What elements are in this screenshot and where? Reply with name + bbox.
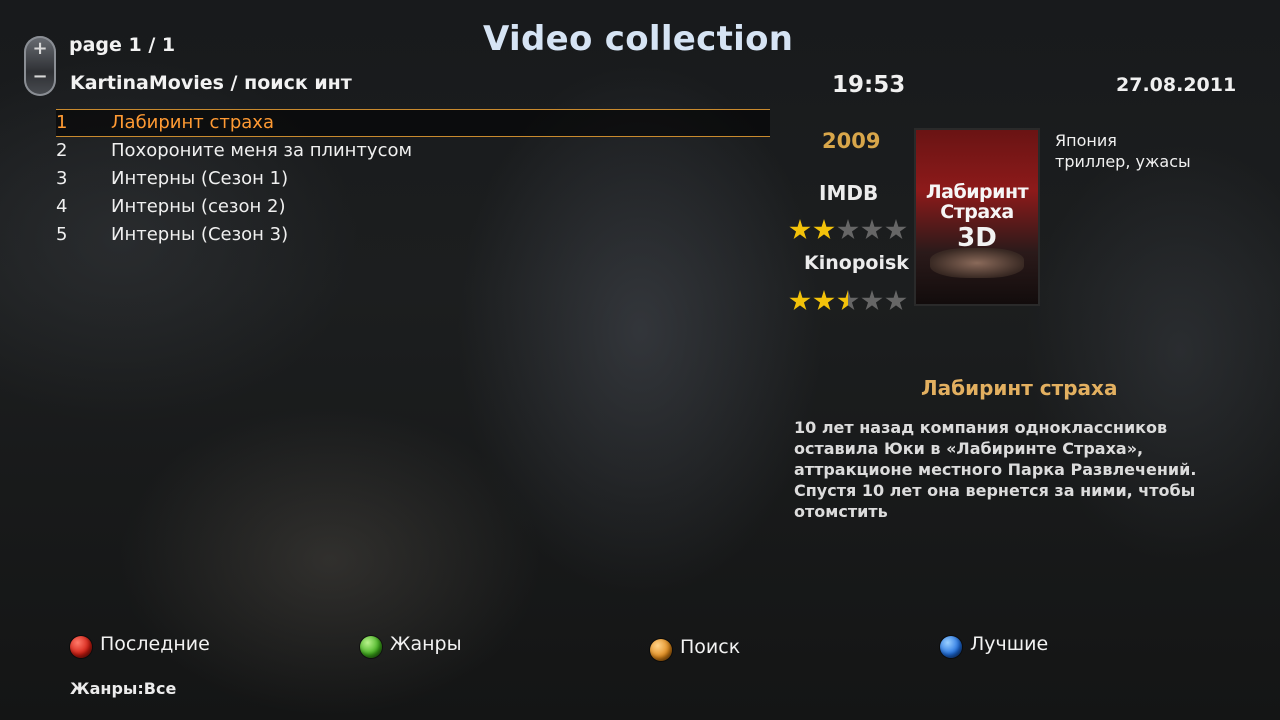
imdb-rating-stars: [789, 219, 909, 241]
movie-list-title: Похороните меня за плинтусом: [111, 140, 413, 161]
movie-list-item[interactable]: 5 Интерны (Сезон 3): [56, 221, 770, 249]
yellow-button-label: Поиск: [680, 636, 741, 658]
movie-description: 10 лет назад компания одноклассников ост…: [794, 418, 1197, 521]
poster-title: Лабиринт Страха: [916, 182, 1038, 222]
page-title: Video collection: [483, 19, 794, 59]
poster-title-line1: Лабиринт: [925, 181, 1029, 203]
movie-list-item[interactable]: 3 Интерны (Сезон 1): [56, 165, 770, 193]
yellow-circle-icon: [650, 639, 672, 661]
movie-list: 1 Лабиринт страха 2 Похороните меня за плин…: [56, 109, 770, 249]
movie-number: 4: [56, 196, 68, 217]
movie-number: 2: [56, 140, 68, 161]
movie-list-title: Интерны (Сезон 1): [111, 168, 289, 189]
clock: 19:53: [832, 72, 906, 98]
imdb-label: IMDB: [819, 181, 879, 205]
red-circle-icon: [70, 636, 92, 658]
kinopoisk-label: Kinopoisk: [804, 252, 909, 274]
page-up-down-remote-icon[interactable]: + −: [24, 36, 56, 96]
movie-list-item[interactable]: 1 Лабиринт страха: [56, 109, 770, 137]
blue-button-label: Лучшие: [970, 633, 1049, 655]
movie-country: Япония: [1055, 131, 1117, 150]
release-year: 2009: [822, 129, 881, 153]
movie-genres: триллер, ужасы: [1055, 152, 1191, 171]
blue-circle-icon: [940, 636, 962, 658]
movie-number: 1: [56, 112, 68, 133]
date: 27.08.2011: [1116, 74, 1237, 96]
movie-list-title: Интерны (Сезон 3): [111, 224, 289, 245]
movie-list-title: Лабиринт страха: [111, 112, 274, 133]
star-icon: [861, 290, 883, 311]
star-icon: [789, 290, 811, 311]
star-icon: [837, 219, 859, 240]
poster-hands-image: [930, 248, 1024, 278]
poster-title-line2: Страха: [940, 201, 1014, 223]
red-button-label: Последние: [100, 633, 210, 655]
page-indicator: page 1 / 1: [69, 34, 176, 56]
movie-number: 3: [56, 168, 68, 189]
star-icon: [861, 219, 883, 240]
movie-poster: Лабиринт Страха 3D: [916, 130, 1038, 304]
plus-icon[interactable]: +: [24, 38, 56, 59]
star-icon: [813, 219, 835, 240]
movie-list-title: Интерны (сезон 2): [111, 196, 286, 217]
breadcrumb: KartinaMovies / поиск инт: [70, 72, 352, 94]
star-icon: [837, 290, 859, 311]
star-icon: [789, 219, 811, 240]
minus-icon[interactable]: −: [24, 66, 56, 87]
star-icon: [813, 290, 835, 311]
movie-number: 5: [56, 224, 68, 245]
green-button-label: Жанры: [390, 633, 462, 655]
genre-filter-status: Жанры:Все: [70, 679, 177, 698]
movie-title: Лабиринт страха: [921, 376, 1118, 400]
star-icon: [885, 290, 907, 311]
green-circle-icon: [360, 636, 382, 658]
movie-list-item[interactable]: 2 Похороните меня за плинтусом: [56, 137, 770, 165]
kinopoisk-rating-stars: [789, 290, 909, 312]
movie-list-item[interactable]: 4 Интерны (сезон 2): [56, 193, 770, 221]
star-icon: [885, 219, 907, 240]
